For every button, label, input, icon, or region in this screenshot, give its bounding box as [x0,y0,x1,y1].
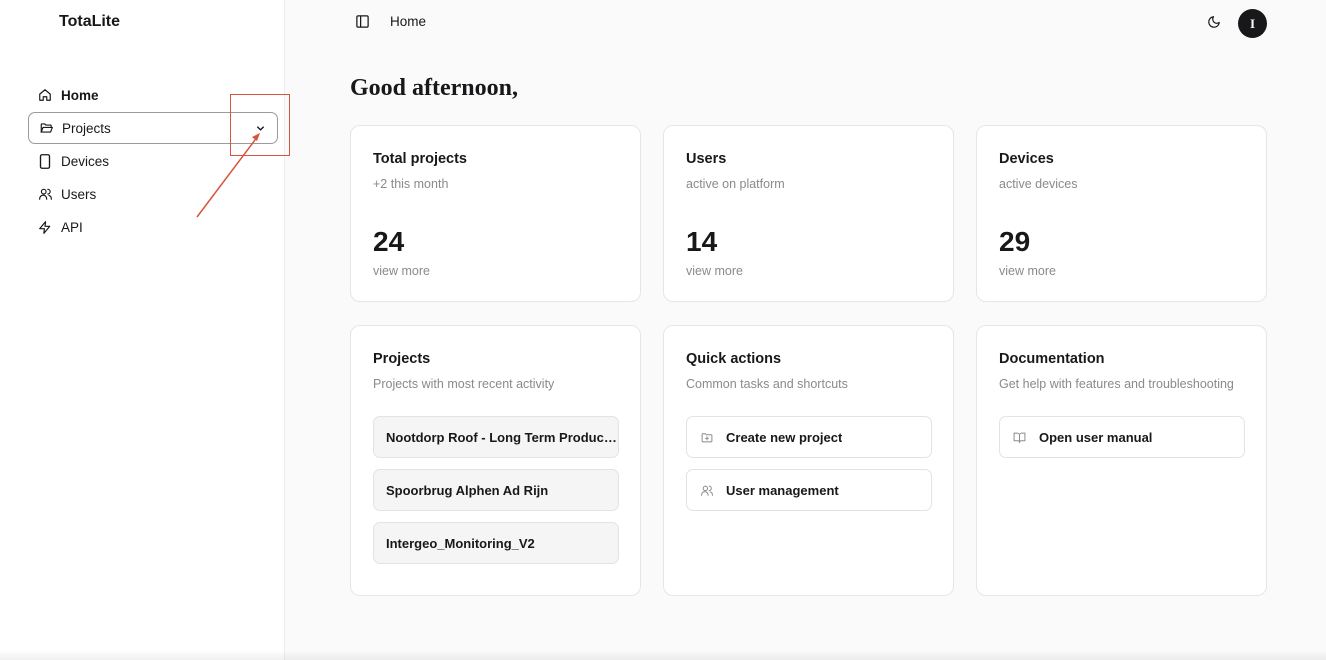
smartphone-icon [37,153,53,169]
project-name: Intergeo_Monitoring_V2 [386,535,535,551]
moon-icon[interactable] [1205,13,1223,31]
quick-actions-card: Quick actions Common tasks and shortcuts… [663,325,954,596]
card-subtitle: active devices [999,177,1078,191]
stat-value: 24 [373,226,405,257]
annotation-arrow [196,133,260,218]
brand-logo[interactable]: TotaLite [59,13,120,31]
sidebar-item-label: Home [61,87,99,103]
users-icon [37,186,53,202]
breadcrumb[interactable]: Home [390,14,426,29]
projects-card: Projects Projects with most recent activ… [350,325,641,596]
project-name: Spoorbrug Alphen Ad Rijn [386,482,549,498]
view-more-link[interactable]: view more [373,264,430,278]
open-user-manual-button[interactable]: Open user manual [999,416,1245,458]
folder-open-icon [38,120,54,136]
card-subtitle: Common tasks and shortcuts [686,377,848,391]
button-label: Create new project [726,429,843,445]
card-subtitle: Get help with features and troubleshooti… [999,377,1234,391]
stat-card-devices[interactable]: Devices active devices 29 view more [976,125,1267,302]
project-name: Nootdorp Roof - Long Term Production [386,429,618,445]
users-icon [699,483,714,498]
card-title: Total projects [373,151,467,167]
zap-icon [37,219,53,235]
view-more-link[interactable]: view more [999,264,1056,278]
card-title: Quick actions [686,351,782,367]
book-open-icon [1012,430,1027,445]
home-icon [37,87,53,103]
top-bar: Home I [285,0,1326,44]
page-title: Good afternoon, [350,75,518,101]
stat-value: 14 [686,226,718,257]
card-subtitle: active on platform [686,177,785,191]
bottom-edge-shadow [0,650,1326,660]
sidebar-item-label: Devices [61,153,110,169]
view-more-link[interactable]: view more [686,264,743,278]
stat-card-users[interactable]: Users active on platform 14 view more [663,125,954,302]
card-title: Projects [373,351,431,367]
card-subtitle: +2 this month [373,177,449,191]
documentation-card: Documentation Get help with features and… [976,325,1267,596]
sidebar-item-label: Users [61,186,97,202]
create-new-project-button[interactable]: Create new project [686,416,932,458]
folder-plus-icon [699,430,714,445]
card-subtitle: Projects with most recent activity [373,377,555,391]
button-label: User management [726,482,839,498]
project-list-item[interactable]: Intergeo_Monitoring_V2 [373,522,619,564]
sidebar-item-label: Projects [62,120,111,136]
stat-card-total-projects[interactable]: Total projects +2 this month 24 view mor… [350,125,641,302]
card-title: Documentation [999,351,1105,367]
project-list-item[interactable]: Nootdorp Roof - Long Term Production [373,416,619,458]
sidebar-item-label: API [61,219,83,235]
stat-value: 29 [999,226,1031,257]
card-title: Users [686,151,727,167]
button-label: Open user manual [1039,429,1153,445]
avatar[interactable]: I [1238,9,1267,38]
card-title: Devices [999,151,1054,167]
sidebar-toggle-icon[interactable] [355,14,371,30]
user-management-button[interactable]: User management [686,469,932,511]
project-list-item[interactable]: Spoorbrug Alphen Ad Rijn [373,469,619,511]
